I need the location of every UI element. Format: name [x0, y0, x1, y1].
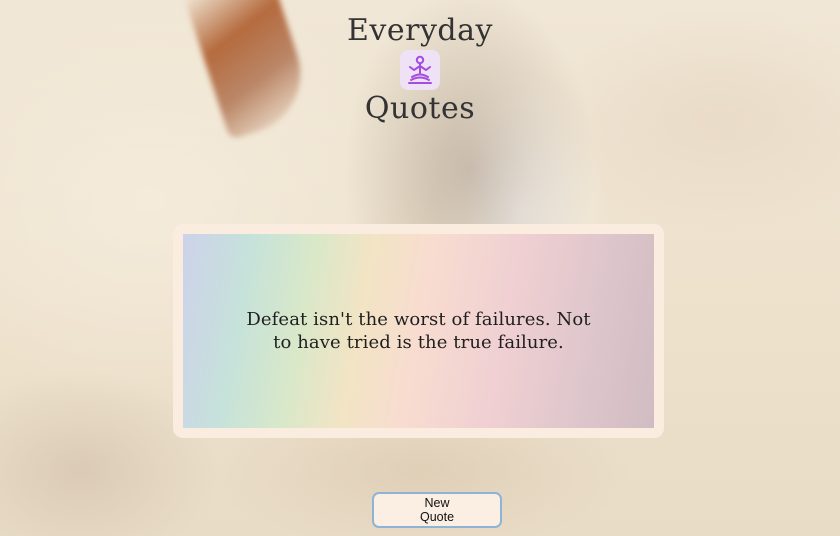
quote-text: Defeat isn't the worst of failures. Not …: [246, 309, 591, 353]
new-quote-button[interactable]: New Quote: [372, 492, 502, 528]
meditation-figure-svg: [408, 55, 432, 84]
app-header: Everyday Quotes: [0, 12, 840, 128]
title-everyday: Everyday: [347, 13, 493, 48]
meditation-person-icon: [400, 50, 440, 90]
title-quotes: Quotes: [364, 91, 476, 126]
quote-card-inner: Defeat isn't the worst of failures. Not …: [183, 234, 654, 428]
quote-card: Defeat isn't the worst of failures. Not …: [173, 224, 664, 438]
new-quote-button-label: New Quote: [419, 496, 455, 524]
